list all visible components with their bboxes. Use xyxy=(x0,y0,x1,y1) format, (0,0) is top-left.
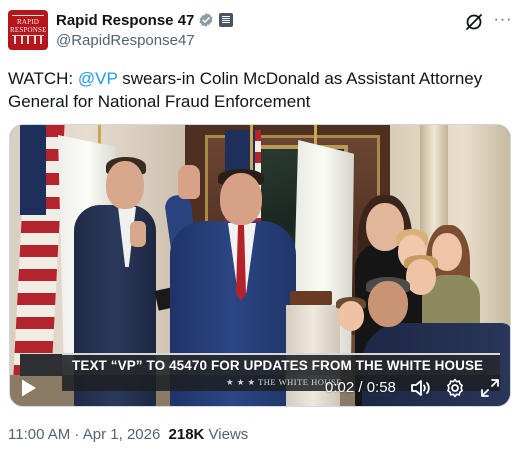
avatar-line xyxy=(12,15,44,16)
video-player[interactable]: TEXT “VP” TO 45470 FOR UPDATES FROM THE … xyxy=(9,124,511,407)
government-badge-icon[interactable] xyxy=(219,13,234,27)
mention-link[interactable]: @VP xyxy=(78,69,118,88)
meta-separator: · xyxy=(70,426,83,443)
tweet-header: RAPID RESPONSE Rapid Response 47 @RapidR… xyxy=(8,8,514,52)
verified-badge-icon[interactable] xyxy=(198,12,214,28)
tweet-text-prefix: WATCH: xyxy=(8,69,78,88)
avatar-columns xyxy=(14,35,42,44)
play-icon[interactable] xyxy=(20,378,38,398)
fullscreen-icon[interactable] xyxy=(480,378,500,398)
display-name[interactable]: Rapid Response 47 xyxy=(56,12,194,29)
grok-icon[interactable] xyxy=(464,12,484,32)
avatar-text-line2: RESPONSE xyxy=(10,26,47,34)
views-count: 218K xyxy=(168,426,205,443)
tweet-text: WATCH: @VP swears-in Colin McDonald as A… xyxy=(8,67,514,113)
tweet-date[interactable]: Apr 1, 2026 xyxy=(83,426,161,443)
account-names: Rapid Response 47 @RapidResponse47 xyxy=(56,10,234,49)
handle[interactable]: @RapidResponse47 xyxy=(56,32,233,49)
tweet-meta: 11:00 AM · Apr 1, 2026 218K Views xyxy=(8,426,248,443)
avatar[interactable]: RAPID RESPONSE xyxy=(8,10,48,50)
settings-icon[interactable] xyxy=(444,377,466,399)
more-icon[interactable]: ··· xyxy=(492,12,514,32)
views-label: Views xyxy=(204,426,249,443)
tweet-time[interactable]: 11:00 AM xyxy=(8,426,70,443)
video-time: 0:02 / 0:58 xyxy=(325,379,396,396)
volume-icon[interactable] xyxy=(410,378,432,398)
avatar-text-line1: RAPID xyxy=(16,18,39,26)
video-controls: 0:02 / 0:58 xyxy=(10,368,510,406)
